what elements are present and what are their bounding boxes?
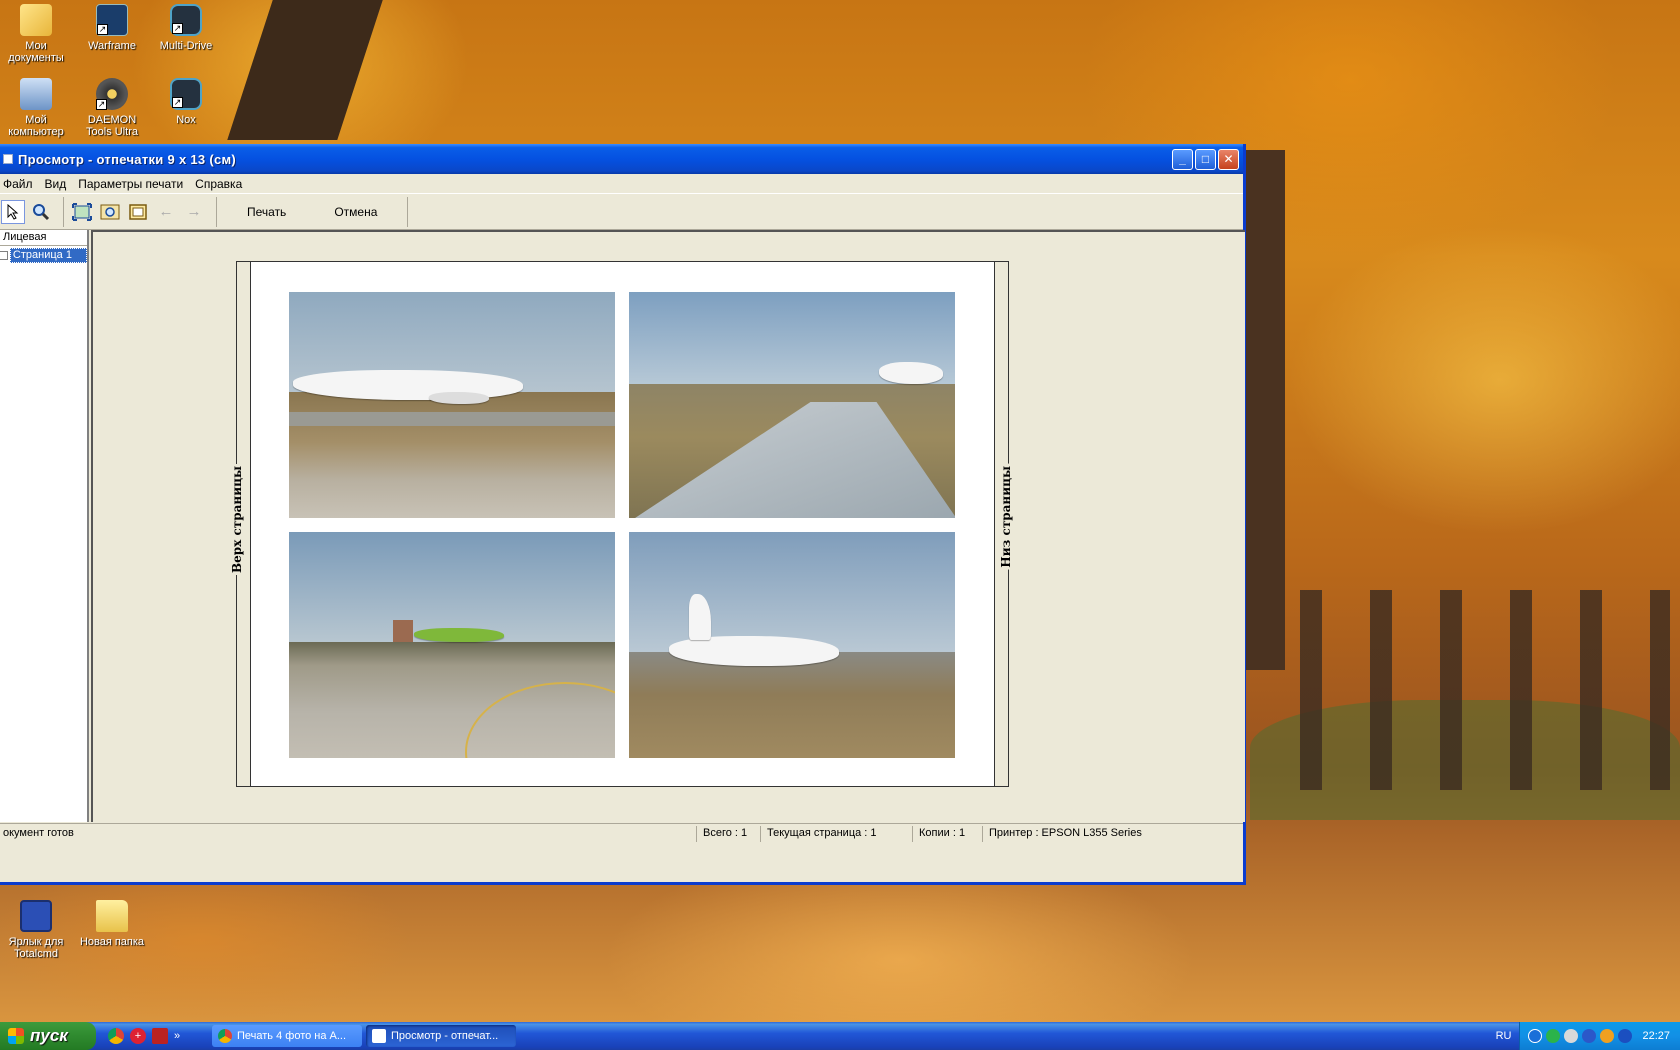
pages-sidebar: Лицевая Страница 1 bbox=[0, 230, 89, 822]
menu-help[interactable]: Справка bbox=[189, 177, 248, 191]
status-ready: окумент готов bbox=[0, 825, 697, 842]
print-preview-window: Просмотр - отпечатки 9 x 13 (см) _ □ ✕ Ф… bbox=[0, 144, 1246, 885]
system-tray: 22:27 bbox=[1519, 1022, 1680, 1050]
floppy-icon[interactable] bbox=[152, 1028, 168, 1044]
photo-3[interactable] bbox=[289, 532, 615, 758]
shortcut-arrow-icon: ↗ bbox=[172, 97, 183, 108]
pointer-icon[interactable] bbox=[1, 199, 25, 224]
photo-1[interactable] bbox=[289, 292, 615, 518]
back-arrow-icon[interactable]: ← bbox=[154, 200, 178, 224]
sidebar-header: Лицевая bbox=[0, 230, 87, 246]
desktop-icon-new-folder[interactable]: Новая папка bbox=[76, 900, 148, 948]
zoom-photo-icon[interactable] bbox=[98, 200, 122, 224]
desktop-icon-nox[interactable]: ↗ Nox bbox=[150, 78, 222, 126]
desktop-icon-my-computer[interactable]: Мой компьютер bbox=[0, 78, 72, 138]
photo-4[interactable] bbox=[629, 532, 955, 758]
daemon-tools-icon: ↗ bbox=[96, 78, 128, 110]
print-preview-area: Верх страницы Низ страницы bbox=[91, 230, 1245, 822]
chevron-right-icon[interactable]: » bbox=[174, 1030, 180, 1042]
close-button[interactable]: ✕ bbox=[1218, 148, 1239, 170]
page-sheet bbox=[250, 261, 995, 787]
frame-icon[interactable] bbox=[126, 200, 150, 224]
task-print-4-photos[interactable]: Печать 4 фото на A... bbox=[212, 1025, 362, 1047]
network-icon[interactable] bbox=[1582, 1029, 1597, 1043]
printer-icon[interactable] bbox=[1564, 1029, 1579, 1043]
maximize-button[interactable]: □ bbox=[1195, 148, 1216, 170]
page-bottom-label: Низ страницы bbox=[999, 464, 1015, 570]
airplane bbox=[879, 362, 943, 384]
shortcut-arrow-icon: ↗ bbox=[172, 23, 183, 34]
airplane bbox=[414, 628, 504, 642]
sidebar-item-label: Страница 1 bbox=[9, 247, 87, 263]
plus-icon[interactable]: + bbox=[130, 1028, 146, 1044]
nox-icon: ↗ bbox=[170, 4, 202, 36]
bluetooth-icon[interactable] bbox=[1618, 1029, 1633, 1043]
window-icon bbox=[372, 1029, 386, 1043]
status-bar: окумент готов Всего : 1 Текущая страница… bbox=[0, 823, 1243, 843]
update-icon[interactable] bbox=[1600, 1029, 1615, 1043]
shortcut-arrow-icon: ↗ bbox=[97, 24, 108, 35]
desktop-icon-multi-drive[interactable]: ↗ Multi-Drive bbox=[150, 4, 222, 52]
page-top-label: Верх страницы bbox=[230, 464, 246, 575]
desktop-icon-my-documents[interactable]: Мои документы bbox=[0, 4, 72, 64]
desktop-icon-warframe[interactable]: ↗ Warframe bbox=[76, 4, 148, 52]
windows-logo-icon bbox=[8, 1028, 24, 1044]
chrome-icon bbox=[218, 1029, 232, 1043]
language-indicator[interactable]: RU bbox=[1496, 1030, 1512, 1042]
shortcut-arrow-icon: ↗ bbox=[96, 99, 107, 110]
status-total: Всего : 1 bbox=[697, 825, 761, 842]
warframe-icon: ↗ bbox=[96, 4, 128, 36]
nox-icon: ↗ bbox=[170, 78, 202, 110]
taskbar: пуск + » Печать 4 фото на A... Просмотр … bbox=[0, 1022, 1680, 1050]
desktop-icon-totalcmd[interactable]: Ярлык для Totalcmd bbox=[0, 900, 72, 960]
window-icon[interactable] bbox=[3, 154, 13, 164]
minimize-button[interactable]: _ bbox=[1172, 148, 1193, 170]
menu-print-settings[interactable]: Параметры печати bbox=[72, 177, 189, 191]
airplane bbox=[293, 370, 523, 400]
back-arrow-icon[interactable] bbox=[1528, 1029, 1543, 1043]
start-button[interactable]: пуск bbox=[0, 1022, 96, 1050]
status-copies: Копии : 1 bbox=[913, 825, 983, 842]
my-computer-icon bbox=[20, 78, 52, 110]
building bbox=[393, 620, 413, 642]
sidebar-item-page-1[interactable]: Страница 1 bbox=[0, 247, 87, 263]
menu-view[interactable]: Вид bbox=[39, 177, 73, 191]
cancel-button[interactable]: Отмена bbox=[310, 205, 401, 219]
folder-icon bbox=[96, 900, 128, 932]
zoom-icon[interactable] bbox=[29, 200, 53, 224]
airplane bbox=[669, 636, 839, 666]
status-printer: Принтер : EPSON L355 Series bbox=[989, 826, 1142, 839]
task-print-preview[interactable]: Просмотр - отпечат... bbox=[366, 1025, 516, 1047]
wooden-fence bbox=[1300, 590, 1670, 790]
clock[interactable]: 22:27 bbox=[1642, 1030, 1670, 1042]
title-bar[interactable]: Просмотр - отпечатки 9 x 13 (см) _ □ ✕ bbox=[0, 144, 1243, 174]
tree-trunk bbox=[227, 0, 383, 140]
menu-file[interactable]: Файл bbox=[0, 177, 39, 191]
download-icon[interactable] bbox=[1546, 1029, 1561, 1043]
menu-bar: Файл Вид Параметры печати Справка bbox=[0, 174, 1243, 194]
floppy-icon bbox=[20, 900, 52, 932]
page-node-icon bbox=[0, 250, 8, 260]
forward-arrow-icon[interactable]: → bbox=[182, 200, 206, 224]
desktop-icon-daemon-tools[interactable]: ↗ DAEMON Tools Ultra bbox=[76, 78, 148, 138]
documents-folder-icon bbox=[20, 4, 52, 36]
quick-launch: + » bbox=[108, 1028, 208, 1044]
photo-2[interactable] bbox=[629, 292, 955, 518]
print-button[interactable]: Печать bbox=[223, 205, 310, 219]
tree-trunk bbox=[1245, 150, 1285, 670]
status-current-page: Текущая страница : 1 bbox=[761, 825, 913, 842]
window-title: Просмотр - отпечатки 9 x 13 (см) bbox=[18, 151, 237, 167]
toolbar: ← → Печать Отмена bbox=[0, 194, 1243, 230]
fit-page-icon[interactable] bbox=[70, 200, 94, 224]
chrome-icon[interactable] bbox=[108, 1028, 124, 1044]
